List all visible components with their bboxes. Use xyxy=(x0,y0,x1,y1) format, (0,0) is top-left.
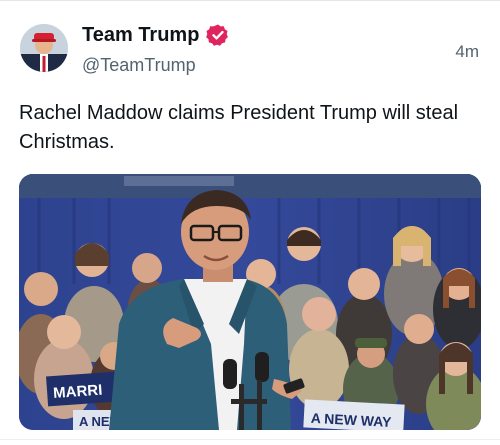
timestamp[interactable]: 4m xyxy=(455,42,479,62)
sign-left-text: MARRI xyxy=(53,382,103,402)
top-divider xyxy=(0,0,500,1)
verified-badge-icon xyxy=(206,24,229,46)
avatar[interactable] xyxy=(20,24,68,72)
avatar-image xyxy=(20,24,68,72)
bottom-divider xyxy=(0,439,500,440)
tweet-media-image[interactable]: MARRI A NEW A NEW WAY xyxy=(19,174,481,430)
author-handle[interactable]: @TeamTrump xyxy=(82,55,196,76)
media-scene: MARRI A NEW A NEW WAY xyxy=(19,174,481,430)
tweet-text: Rachel Maddow claims President Trump wil… xyxy=(19,102,459,153)
display-name[interactable]: Team Trump xyxy=(82,24,199,47)
author-name-row: Team Trump xyxy=(82,23,230,47)
